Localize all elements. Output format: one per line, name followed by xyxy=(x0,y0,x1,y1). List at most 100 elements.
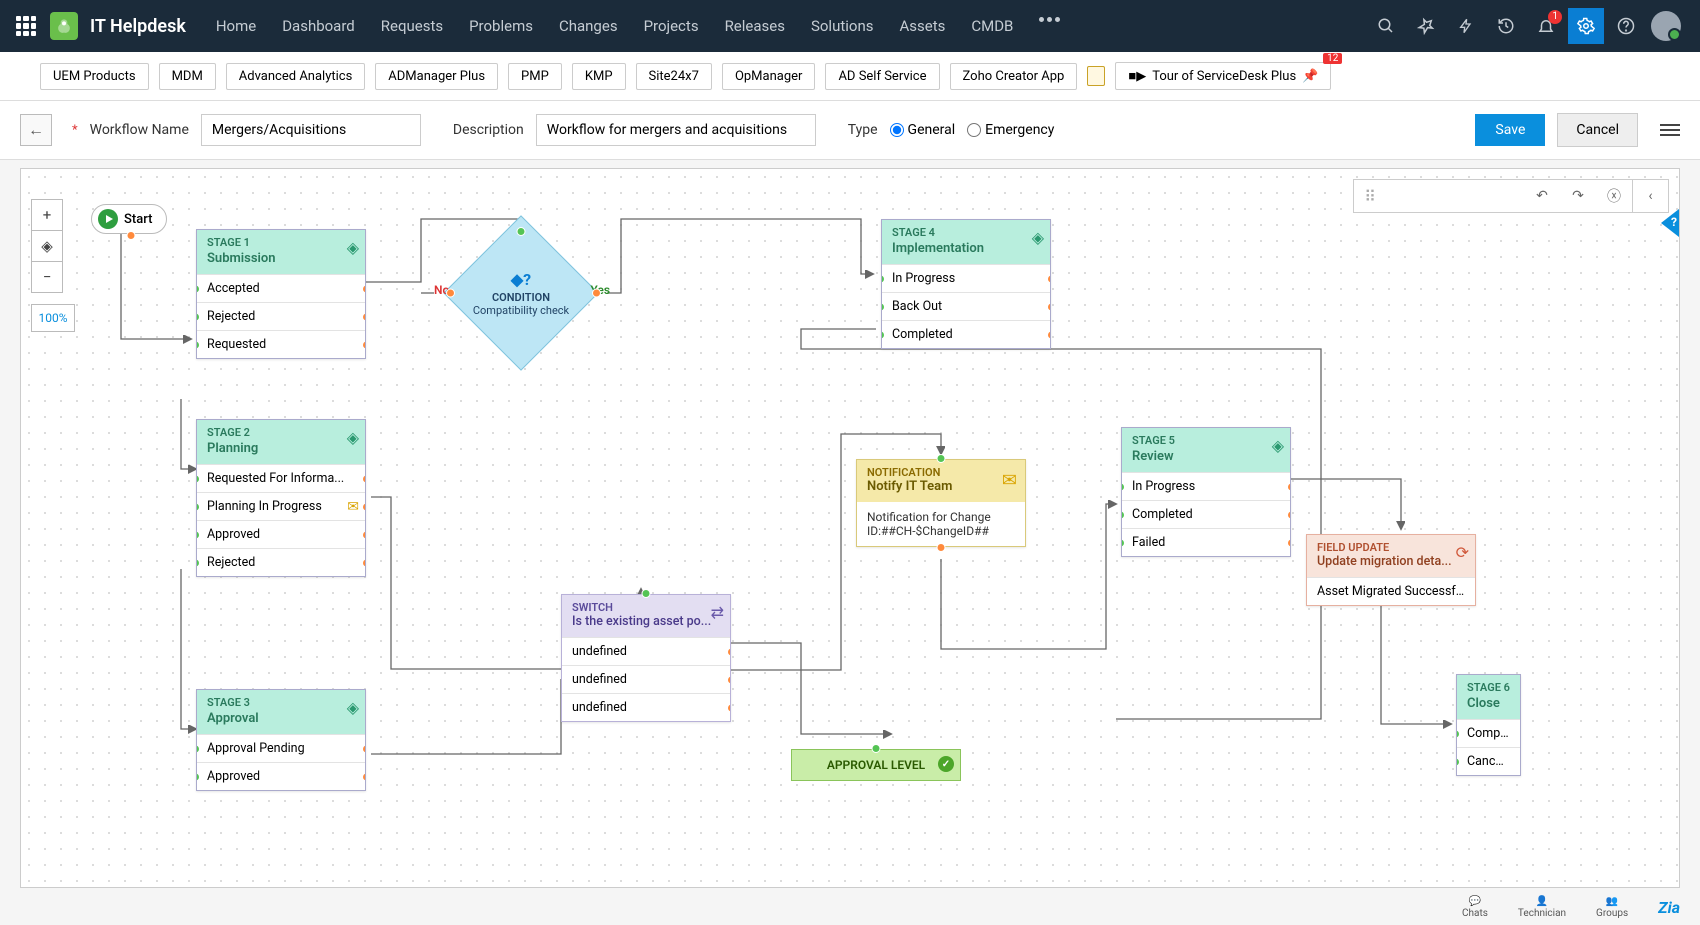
stage5-item-completed[interactable]: Completed xyxy=(1122,500,1290,528)
workflow-name-label: Workflow Name xyxy=(90,122,189,138)
drag-handle-icon[interactable]: ⠿ xyxy=(1354,187,1384,206)
zoom-center-button[interactable]: ◈ xyxy=(31,230,63,262)
nav-solutions[interactable]: Solutions xyxy=(811,17,874,35)
stage1-card[interactable]: STAGE 1 Submission ◈ Accepted Rejected R… xyxy=(196,229,366,359)
nav-projects[interactable]: Projects xyxy=(644,17,699,35)
switch-item-1[interactable]: undefined xyxy=(562,637,730,665)
stage1-item-requested[interactable]: Requested xyxy=(197,330,365,358)
stage4-item-backout[interactable]: Back Out xyxy=(882,292,1050,320)
back-button[interactable]: ← xyxy=(20,114,52,146)
apps-grid-icon[interactable] xyxy=(16,16,36,36)
tour-button[interactable]: ■▶ Tour of ServiceDesk Plus 📌 12 xyxy=(1115,62,1331,90)
stage5-item-progress[interactable]: In Progress xyxy=(1122,472,1290,500)
close-icon[interactable]: ⓧ xyxy=(1596,179,1632,213)
save-button[interactable]: Save xyxy=(1475,114,1545,146)
shortcut-kmp[interactable]: KMP xyxy=(572,63,626,90)
field-update-node[interactable]: FIELD UPDATE Update migration deta... ⟳ … xyxy=(1306,534,1476,606)
shortcut-site24x7[interactable]: Site24x7 xyxy=(636,63,712,90)
stage3-title: STAGE 3 xyxy=(207,696,355,709)
cancel-button[interactable]: Cancel xyxy=(1557,113,1638,147)
mail-icon: ✉ xyxy=(347,499,359,515)
shortcut-adself[interactable]: AD Self Service xyxy=(825,63,939,90)
collapse-icon[interactable]: ‹ xyxy=(1632,179,1668,213)
description-input[interactable] xyxy=(536,114,816,146)
zoom-out-button[interactable]: − xyxy=(31,261,63,293)
stage2-item-rejected[interactable]: Rejected xyxy=(197,548,365,576)
stage6-item-completed[interactable]: Completed xyxy=(1457,719,1520,747)
shortcut-opmanager[interactable]: OpManager xyxy=(722,63,816,90)
type-label: Type xyxy=(848,122,878,138)
stage3-card[interactable]: STAGE 3 Approval ◈ Approval Pending Appr… xyxy=(196,689,366,791)
stage4-item-completed[interactable]: Completed xyxy=(882,320,1050,348)
switch-type: SWITCH xyxy=(572,601,720,614)
zoom-in-button[interactable]: + xyxy=(31,199,63,231)
condition-node[interactable]: ◆? CONDITION Compatibility check No Yes xyxy=(436,233,606,353)
stage2-item-approved[interactable]: Approved xyxy=(197,520,365,548)
fieldupd-item[interactable]: Asset Migrated Successfu... xyxy=(1307,577,1475,605)
help-icon[interactable] xyxy=(1608,8,1644,44)
more-menu-icon[interactable] xyxy=(1660,124,1680,136)
undo-icon[interactable]: ↶ xyxy=(1524,179,1560,213)
stage1-item-accepted[interactable]: Accepted xyxy=(197,274,365,302)
clipboard-icon[interactable] xyxy=(1087,66,1105,86)
start-node[interactable]: Start xyxy=(91,204,167,234)
nav-releases[interactable]: Releases xyxy=(725,17,785,35)
shortcut-analytics[interactable]: Advanced Analytics xyxy=(226,63,366,90)
tour-badge: 12 xyxy=(1323,53,1342,64)
mail-icon: ✉ xyxy=(1002,470,1017,491)
search-icon[interactable] xyxy=(1368,8,1404,44)
shortcut-admanager[interactable]: ADManager Plus xyxy=(375,63,498,90)
pin-icon[interactable] xyxy=(1408,8,1444,44)
type-general-radio[interactable]: General xyxy=(890,122,956,138)
shortcut-uem[interactable]: UEM Products xyxy=(40,63,149,90)
stage3-item-approved[interactable]: Approved xyxy=(197,762,365,790)
history-icon[interactable] xyxy=(1488,8,1524,44)
person-icon: 👤 xyxy=(1536,896,1548,907)
stage1-item-rejected[interactable]: Rejected xyxy=(197,302,365,330)
zia-logo[interactable]: Zia xyxy=(1658,898,1680,917)
workflow-form-bar: ← * Workflow Name Description Type Gener… xyxy=(0,101,1700,160)
stage5-name: Review xyxy=(1132,449,1280,464)
shortcut-pmp[interactable]: PMP xyxy=(508,63,562,90)
nav-assets[interactable]: Assets xyxy=(899,17,945,35)
notification-node[interactable]: NOTIFICATION Notify IT Team ✉ Notificati… xyxy=(856,459,1026,547)
stage6-card[interactable]: STAGE 6 Close Completed Canceled xyxy=(1456,674,1521,776)
help-flag[interactable]: ? xyxy=(1661,209,1679,237)
play-icon xyxy=(98,209,118,229)
stage5-item-failed[interactable]: Failed xyxy=(1122,528,1290,556)
footer-groups[interactable]: 👥Groups xyxy=(1596,896,1628,919)
stage2-item-planning[interactable]: Planning In Progress✉ xyxy=(197,492,365,520)
nav-more-icon[interactable] xyxy=(1039,17,1060,35)
bolt-icon[interactable] xyxy=(1448,8,1484,44)
stage5-card[interactable]: STAGE 5 Review ◈ In Progress Completed F… xyxy=(1121,427,1291,557)
type-emergency-radio[interactable]: Emergency xyxy=(967,122,1054,138)
nav-dashboard[interactable]: Dashboard xyxy=(282,17,355,35)
stage4-card[interactable]: STAGE 4 Implementation ◈ In Progress Bac… xyxy=(881,219,1051,349)
user-avatar[interactable] xyxy=(1648,8,1684,44)
footer-chats[interactable]: 💬Chats xyxy=(1462,896,1488,919)
footer-technician[interactable]: 👤Technician xyxy=(1518,896,1566,919)
stage6-item-canceled[interactable]: Canceled xyxy=(1457,747,1520,775)
nav-home[interactable]: Home xyxy=(216,17,256,35)
shortcut-mdm[interactable]: MDM xyxy=(159,63,216,90)
stage3-item-pending[interactable]: Approval Pending xyxy=(197,734,365,762)
settings-icon[interactable] xyxy=(1568,8,1604,44)
stage2-item-requested[interactable]: Requested For Informa... xyxy=(197,464,365,492)
nav-problems[interactable]: Problems xyxy=(469,17,533,35)
redo-icon[interactable]: ↷ xyxy=(1560,179,1596,213)
chat-icon: 💬 xyxy=(1469,896,1481,907)
workflow-name-input[interactable] xyxy=(201,114,421,146)
shortcut-zohocreator[interactable]: Zoho Creator App xyxy=(950,63,1078,90)
stage4-item-progress[interactable]: In Progress xyxy=(882,264,1050,292)
footer-bar: 💬Chats 👤Technician 👥Groups Zia xyxy=(1462,889,1680,925)
nav-requests[interactable]: Requests xyxy=(381,17,443,35)
stage2-card[interactable]: STAGE 2 Planning ◈ Requested For Informa… xyxy=(196,419,366,577)
bell-icon[interactable]: 1 xyxy=(1528,8,1564,44)
switch-item-3[interactable]: undefined xyxy=(562,693,730,721)
nav-cmdb[interactable]: CMDB xyxy=(971,17,1013,35)
workflow-canvas[interactable]: ⠿ ↶ ↷ ⓧ ‹ ? + ◈ − 100% xyxy=(20,168,1680,888)
nav-changes[interactable]: Changes xyxy=(559,17,618,35)
switch-node[interactable]: SWITCH Is the existing asset po... ⇄ und… xyxy=(561,594,731,722)
switch-item-2[interactable]: undefined xyxy=(562,665,730,693)
approval-level-node[interactable]: APPROVAL LEVEL ✓ xyxy=(791,749,961,781)
